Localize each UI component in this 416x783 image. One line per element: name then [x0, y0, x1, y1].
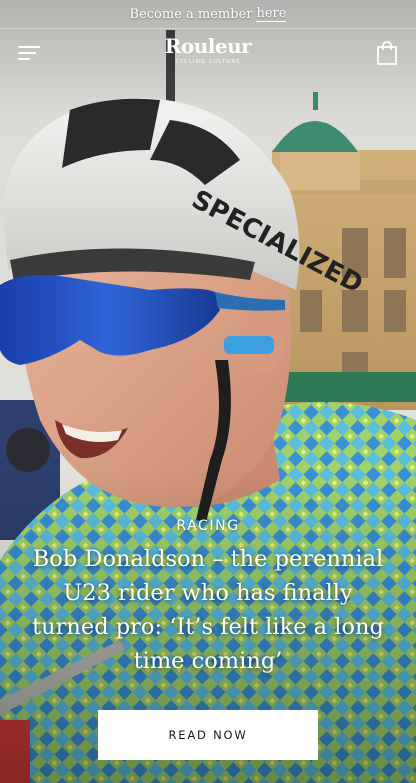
read-now-button[interactable]: READ NOW [98, 710, 318, 760]
featured-article: RACING Bob Donaldson – the perennial U23… [0, 518, 416, 678]
logo-wordmark: Rouleur [164, 34, 252, 58]
site-header: Rouleur CYCLING CULTURE [0, 29, 416, 77]
promo-text: Become a member [129, 6, 253, 22]
article-headline[interactable]: Bob Donaldson – the perennial U23 rider … [23, 542, 393, 678]
logo-tagline: CYCLING CULTURE [175, 59, 241, 65]
membership-link[interactable]: here [256, 6, 287, 22]
site-logo[interactable]: Rouleur CYCLING CULTURE [0, 35, 416, 65]
membership-promo-bar: Become a member here [0, 0, 416, 28]
article-category[interactable]: RACING [0, 518, 416, 534]
shopping-bag-icon[interactable] [377, 41, 397, 65]
